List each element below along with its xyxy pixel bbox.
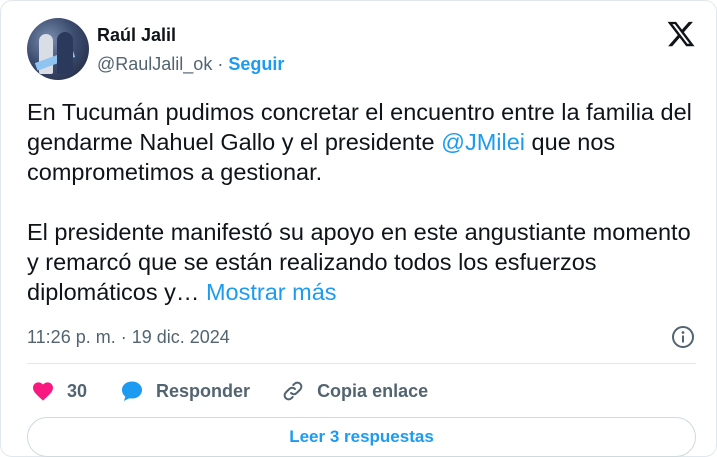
tweet-timestamp[interactable]: 11:26 p. m. · 19 dic. 2024 <box>27 327 230 348</box>
tweet-text: En Tucumán pudimos concretar el encuentr… <box>27 97 707 307</box>
tweet-date: 19 dic. 2024 <box>131 327 230 347</box>
like-button[interactable]: 30 <box>31 379 87 403</box>
copy-link-label: Copia enlace <box>317 380 429 401</box>
reply-label: Responder <box>156 380 251 401</box>
show-more-link[interactable]: Mostrar más <box>206 279 337 305</box>
mention-link[interactable]: @JMilei <box>441 129 525 155</box>
author-name[interactable]: Raúl Jalil <box>97 25 176 46</box>
reply-button[interactable]: Responder <box>120 379 250 403</box>
reply-bubble-icon <box>122 381 143 401</box>
tweet-text-segment: El presidente manifestó su apoyo en este… <box>27 219 691 305</box>
tweet-time: 11:26 p. m. <box>27 327 116 347</box>
read-replies-button[interactable]: Leer 3 respuestas <box>27 417 696 457</box>
link-icon <box>283 381 303 401</box>
tweet-paragraph-1: En Tucumán pudimos concretar el encuentr… <box>27 97 707 187</box>
follow-button[interactable]: Seguir <box>228 54 284 74</box>
tweet-paragraph-2: El presidente manifestó su apoyo en este… <box>27 217 707 307</box>
timestamp-separator: · <box>115 327 132 347</box>
avatar[interactable] <box>27 18 89 80</box>
like-count: 30 <box>67 380 88 401</box>
copy-link-button[interactable]: Copia enlace <box>281 379 428 403</box>
handle-separator: · <box>212 54 229 74</box>
heart-icon <box>33 382 53 401</box>
tweet-card: Raúl Jalil @RaulJalil_ok · Seguir En Tuc… <box>0 0 717 457</box>
author-handle[interactable]: @RaulJalil_ok <box>97 54 212 74</box>
x-logo-icon[interactable] <box>666 19 696 49</box>
action-bar: 30 Responder Copia enlace <box>31 377 428 405</box>
info-icon[interactable] <box>671 325 695 349</box>
author-handle-row: @RaulJalil_ok · Seguir <box>97 54 284 75</box>
divider <box>27 363 696 364</box>
